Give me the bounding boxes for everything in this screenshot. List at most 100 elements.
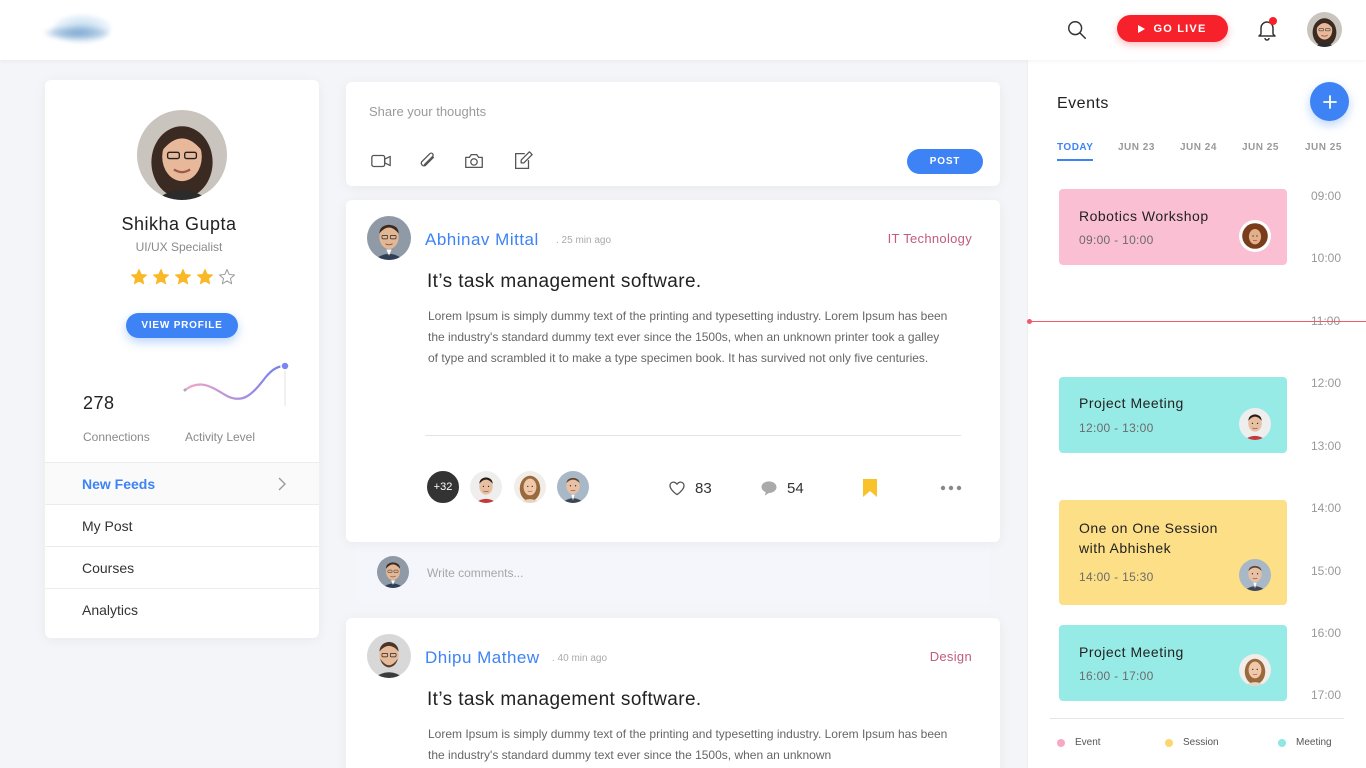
tab-jun-24[interactable]: JUN 24: [1180, 142, 1217, 159]
event-attendee-avatar: [1239, 408, 1271, 440]
legend-label: Event: [1075, 737, 1101, 748]
event-name: Project Meeting: [1079, 395, 1184, 411]
event-attendee-avatar: [1239, 559, 1271, 591]
legend-label: Session: [1183, 737, 1219, 748]
profile-avatar[interactable]: [137, 110, 227, 200]
comment-box: [356, 540, 990, 604]
bookmark-icon[interactable]: [862, 478, 878, 498]
legend-swatch: [1278, 738, 1286, 747]
camera-icon[interactable]: [463, 150, 485, 172]
legend-event: Event: [1057, 737, 1101, 748]
sidebar-item-label: Analytics: [82, 601, 139, 618]
post-body: Lorem Ipsum is simply dummy text of the …: [428, 309, 948, 365]
post-author-name[interactable]: Abhinav Mittal: [425, 230, 539, 250]
author-avatar[interactable]: [367, 216, 411, 260]
events-panel: Events TODAY JUN 23 JUN 24 JUN 25 JUN 25…: [1027, 60, 1366, 768]
legend-swatch: [1057, 738, 1065, 747]
legend-swatch: [1165, 738, 1173, 747]
star-filled-icon: [197, 269, 213, 285]
post-category[interactable]: IT Technology: [888, 231, 972, 246]
brand-logo[interactable]: [44, 14, 114, 46]
time-label: 13:00: [1311, 439, 1342, 453]
sidebar-item-new-feeds[interactable]: New Feeds: [45, 462, 319, 504]
tab-today[interactable]: TODAY: [1057, 142, 1094, 161]
post-title: It’s task management software.: [427, 689, 702, 710]
sidebar-item-label: Courses: [82, 559, 135, 576]
top-header: GO LIVE: [0, 0, 1366, 60]
event-time: 12:00 - 13:00: [1079, 421, 1154, 435]
profile-card: Shikha Gupta UI/UX Specialist VIEW PROFI…: [45, 80, 319, 638]
profile-role: UI/UX Specialist: [135, 240, 223, 254]
tab-jun-25[interactable]: JUN 25: [1242, 142, 1279, 159]
post-title: It’s task management software.: [427, 271, 702, 292]
notification-bell-icon[interactable]: [1255, 17, 1279, 41]
time-label: 16:00: [1311, 626, 1342, 640]
like-count: 83: [695, 479, 712, 497]
event-card[interactable]: Project Meeting 12:00 - 13:00: [1059, 377, 1287, 453]
post-timestamp: . 40 min ago: [552, 653, 608, 664]
legend-label: Meeting: [1296, 737, 1332, 748]
video-icon[interactable]: [369, 150, 391, 172]
sidebar-item-courses[interactable]: Courses: [45, 546, 319, 588]
plus-icon: [1322, 94, 1337, 109]
comment-button[interactable]: 54: [759, 478, 804, 498]
attachment-icon[interactable]: [417, 150, 439, 172]
share-thoughts-input[interactable]: [369, 102, 869, 120]
post-button[interactable]: POST: [907, 149, 983, 174]
legend-meeting: Meeting: [1278, 737, 1332, 748]
tab-jun-25-b[interactable]: JUN 25: [1305, 142, 1342, 159]
liker-avatar[interactable]: [555, 469, 591, 505]
commenter-avatar: [377, 556, 409, 588]
current-time-dot: [1027, 319, 1032, 324]
notification-badge: [1269, 17, 1277, 25]
like-button[interactable]: 83: [667, 478, 712, 498]
time-label: 15:00: [1311, 564, 1342, 578]
feed-post: Dhipu Mathew . 40 min ago Design It’s ta…: [346, 618, 1000, 768]
chevron-right-icon: [278, 477, 286, 491]
event-time: 16:00 - 17:00: [1079, 669, 1154, 683]
liker-avatar[interactable]: [512, 469, 548, 505]
add-event-button[interactable]: [1310, 82, 1349, 121]
sidebar-menu: New Feeds My Post Courses Analytics: [45, 462, 319, 630]
sidebar-item-label: New Feeds: [82, 475, 156, 492]
search-icon[interactable]: [1066, 19, 1088, 41]
event-time: 09:00 - 10:00: [1079, 233, 1154, 247]
more-options-icon[interactable]: [940, 485, 962, 491]
post-composer: POST: [346, 82, 1000, 186]
star-filled-icon: [131, 269, 147, 285]
time-label: 09:00: [1311, 189, 1342, 203]
liker-avatar[interactable]: [468, 469, 504, 505]
connections-count: 278: [83, 393, 115, 413]
sidebar-item-my-post[interactable]: My Post: [45, 504, 319, 546]
legend-session: Session: [1165, 737, 1219, 748]
post-category[interactable]: Design: [930, 649, 972, 664]
heart-icon: [669, 481, 685, 496]
profile-name: Shikha Gupta: [121, 214, 237, 234]
user-avatar[interactable]: [1307, 12, 1342, 47]
event-attendee-avatar: [1239, 220, 1271, 252]
event-card[interactable]: Robotics Workshop 09:00 - 10:00: [1059, 189, 1287, 265]
star-empty-icon: [219, 269, 235, 285]
divider: [425, 435, 961, 436]
star-filled-icon: [175, 269, 191, 285]
feed-post: Abhinav Mittal . 25 min ago IT Technolog…: [346, 200, 1000, 542]
tab-jun-23[interactable]: JUN 23: [1118, 142, 1155, 159]
current-time-line: [1029, 321, 1366, 322]
write-comment-input[interactable]: [427, 566, 827, 580]
more-likers-badge[interactable]: +32: [425, 469, 461, 505]
author-avatar[interactable]: [367, 634, 411, 678]
view-profile-button[interactable]: VIEW PROFILE: [126, 313, 238, 338]
comment-bubble-icon: [761, 481, 777, 496]
star-filled-icon: [153, 269, 169, 285]
event-card[interactable]: One on One Session with Abhishek 14:00 -…: [1059, 500, 1287, 605]
date-tabs: TODAY JUN 23 JUN 24 JUN 25 JUN 25: [1057, 142, 1357, 166]
event-name: Project Meeting: [1079, 644, 1184, 660]
event-name: Robotics Workshop: [1079, 208, 1209, 224]
edit-icon[interactable]: [512, 150, 534, 172]
go-live-button[interactable]: GO LIVE: [1117, 15, 1228, 42]
comment-count: 54: [787, 479, 804, 497]
events-title: Events: [1057, 95, 1109, 112]
event-card[interactable]: Project Meeting 16:00 - 17:00: [1059, 625, 1287, 701]
post-author-name[interactable]: Dhipu Mathew: [425, 648, 540, 668]
sidebar-item-analytics[interactable]: Analytics: [45, 588, 319, 630]
